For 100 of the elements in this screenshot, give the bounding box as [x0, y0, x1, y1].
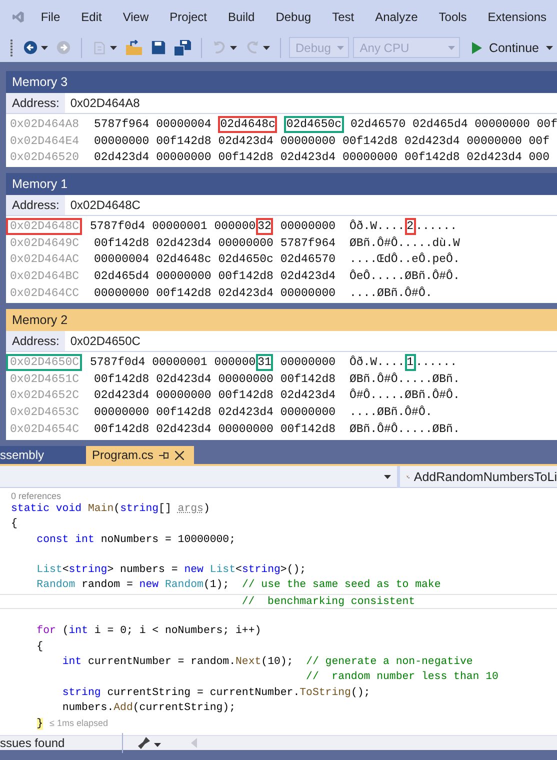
hex-value: 000000 [214, 220, 256, 233]
highlighted-char: 2 [404, 218, 416, 235]
hex-value: 00000000 [218, 236, 274, 250]
memory-address: 0x02D4652C [10, 389, 80, 402]
memory-address: 0x02D464CC [10, 287, 80, 300]
code-line: // random number less than 10 [305, 670, 500, 686]
menu-item[interactable]: Extensions [477, 10, 557, 24]
hex-value: 02d423d4 [280, 270, 336, 284]
hex-value: 02d4650c [218, 253, 274, 266]
editor-tab[interactable]: ssembly [0, 446, 86, 464]
memory-address: 0x02D4654C [10, 423, 80, 436]
code-line: // benchmarking consistent [0, 594, 557, 610]
menu-item[interactable]: Edit [70, 10, 112, 24]
hex-value: 00f142d8 [280, 372, 336, 386]
hex-value: 00f [528, 134, 550, 148]
code-line: } ≤ 1ms elapsed [36, 717, 109, 732]
address-label: Address: [12, 96, 60, 110]
hex-value: 00f142d8 [156, 406, 212, 420]
ascii-text: Ôð.W.... [349, 220, 405, 233]
hex-value: 00000000 [466, 134, 522, 148]
hex-value: 00000000 [280, 220, 336, 233]
ascii-text: ....ØBñ.Ô#Ô. [349, 287, 432, 300]
address-field[interactable]: 0x02D4648C [65, 195, 557, 215]
hex-value: 5787f964 [280, 236, 336, 250]
highlighted-value: 02d4648c [218, 116, 278, 133]
menu-item[interactable]: Test [322, 10, 365, 24]
highlighted-value: 02d4650c [284, 116, 344, 133]
hex-value: 00000000 [156, 151, 212, 164]
issues-text[interactable]: ssues found [0, 736, 118, 750]
caret-icon [154, 743, 161, 747]
highlighted-value: 32 [256, 218, 274, 235]
undo-icon [212, 40, 227, 55]
ascii-text: Ô#Ô.....ØBñ.Ô#Ô. [349, 389, 460, 402]
save-all-icon [174, 40, 192, 56]
hex-value: 00000004 [94, 253, 150, 266]
hex-value: 02d423d4 [94, 389, 150, 402]
hex-value: 02d423d4 [94, 151, 150, 164]
hex-value: 00000000 [342, 151, 398, 164]
code-line: numbers.Add(currentString); [61, 700, 236, 716]
hex-value: 00f142d8 [94, 372, 150, 386]
hex-value: 00000000 [94, 134, 150, 148]
panel-title: Memory 2 [6, 309, 557, 331]
caret-icon [384, 474, 391, 478]
hex-value: 02d423d4 [218, 406, 274, 420]
hex-value: 02d423d4 [218, 287, 274, 300]
caret-icon [230, 46, 237, 50]
highlighted-address: 0x02D4650C [6, 354, 82, 371]
hex-value: 00000000 [280, 287, 336, 300]
menu-item[interactable]: Debug [265, 10, 322, 24]
menu-item[interactable]: Analyze [364, 10, 428, 24]
menu-item[interactable]: Build [218, 10, 266, 24]
menu-item[interactable]: Tools [428, 10, 478, 24]
caret-icon [448, 46, 455, 50]
code-line: static void Main(string[] args) [10, 502, 211, 517]
hex-value: 02d423d4 [280, 389, 336, 402]
pin-icon [159, 450, 170, 460]
panel-title: Memory 1 [6, 173, 557, 195]
hex-value: 00f142d8 [94, 423, 150, 436]
ascii-text: ØBñ.Ô#Ô.....ØBñ. [349, 423, 460, 436]
hex-value: 00000000 [218, 372, 274, 386]
hex-value: 00f142d8 [218, 389, 274, 402]
address-field[interactable]: 0x02D4650C [65, 331, 557, 351]
code-line: { [10, 517, 18, 532]
hex-value: 00000000 [94, 287, 150, 300]
caret-icon [41, 46, 48, 50]
left-arrow-icon [191, 738, 197, 748]
memory-address: 0x02D464AC [10, 253, 80, 266]
codelens-text[interactable]: 0 references [11, 490, 557, 502]
menu-item[interactable]: File [30, 10, 71, 24]
hex-value: 00000001 [152, 220, 208, 233]
hex-value: 02d465d4 [412, 118, 468, 131]
caret-icon [262, 46, 270, 50]
hex-value: 02d46570 [280, 253, 336, 266]
editor-tab[interactable]: Program.cs [86, 446, 194, 464]
hex-value: 02d465d4 [94, 270, 150, 284]
hex-value: 02d423d4 [404, 134, 460, 148]
code-line: for (int i = 0; i < noNumbers; i++) [36, 624, 262, 640]
ascii-text: ØBñ.Ô#Ô.....dù.W [349, 236, 460, 250]
hex-value: 00000001 [152, 356, 208, 369]
hex-value: 00000000 [280, 406, 336, 420]
ascii-text: ....ØBñ.Ô#Ô. [349, 406, 432, 420]
memory-address: 0x02D46520 [10, 151, 80, 164]
hex-value: 02d46570 [350, 118, 406, 131]
address-label: Address: [12, 198, 60, 212]
address-field[interactable]: 0x02D464A8 [65, 93, 557, 113]
ascii-text: ØBñ.Ô#Ô.....ØBñ. [349, 372, 460, 386]
continue-button[interactable]: Continue [468, 40, 557, 54]
menu-item[interactable]: View [112, 10, 160, 24]
ascii-text: Ôð.W.... [349, 356, 405, 369]
menu-item[interactable]: Project [159, 10, 218, 24]
highlighted-char: 1 [404, 354, 416, 371]
ascii-text: ÔeÔ.....ØBñ.Ô#Ô. [349, 270, 460, 284]
highlighted-address: 0x02D4648C [6, 218, 82, 235]
caret-icon [336, 46, 344, 50]
redo-icon [244, 40, 260, 55]
play-icon [472, 42, 482, 54]
hex-value: 00f142d8 [280, 423, 336, 436]
hex-value: 00f [536, 118, 557, 131]
hex-value: 00000000 [156, 270, 212, 284]
address-label: Address: [12, 334, 60, 348]
